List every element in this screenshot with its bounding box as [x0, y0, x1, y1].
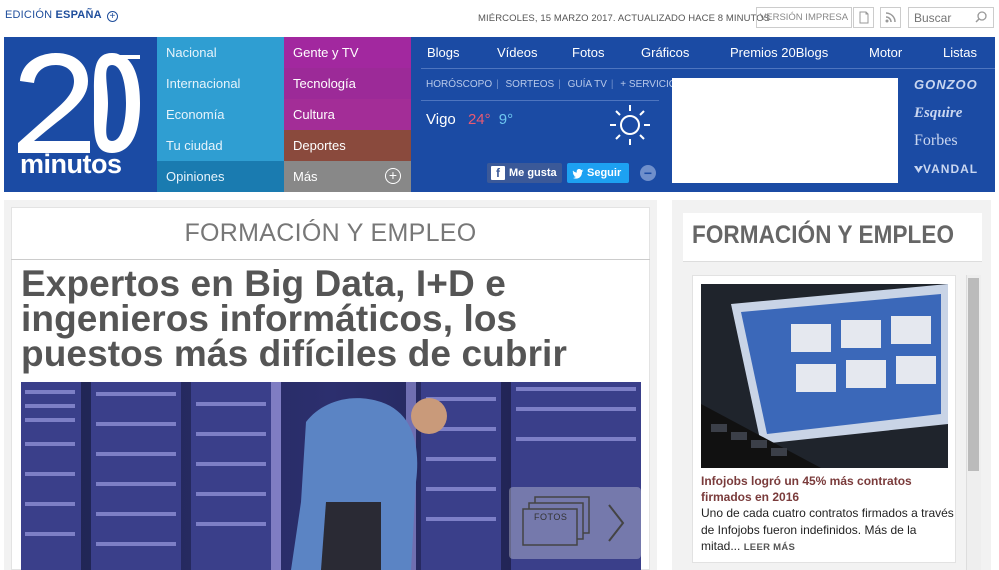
- facebook-like-button[interactable]: f Me gusta: [487, 163, 562, 183]
- plus-circle-icon: +: [385, 168, 401, 184]
- facebook-icon: f: [491, 166, 505, 180]
- document-icon[interactable]: [853, 7, 874, 28]
- article-headline[interactable]: Expertos en Big Data, I+D e ingenieros i…: [21, 265, 636, 372]
- plus-circle-icon[interactable]: +: [107, 11, 119, 22]
- edition-prefix: EDICIÓN: [5, 9, 53, 21]
- nav-premios-20blogs[interactable]: Premios 20Blogs: [730, 45, 828, 60]
- sidebar-scrollbar-thumb[interactable]: [968, 278, 979, 471]
- brand-gonzoo-logo[interactable]: GONZOO: [914, 74, 994, 102]
- nav-guia-tv[interactable]: GUÍA TV: [568, 79, 607, 90]
- date-updated-text: MIÉRCOLES, 15 MARZO 2017. ACTUALIZADO HA…: [478, 13, 771, 24]
- weather-min-temp: 9°: [498, 111, 514, 128]
- nav-videos[interactable]: Vídeos: [497, 45, 537, 60]
- nav-item-mas[interactable]: Más +: [284, 161, 411, 192]
- section-nav-blue: Nacional Internacional Economía Tu ciuda…: [157, 37, 284, 192]
- divider: [421, 100, 659, 101]
- nav-item-economia[interactable]: Economía: [157, 99, 284, 130]
- divider: [11, 259, 650, 260]
- sidebar-section-title[interactable]: FORMACIÓN Y EMPLEO: [692, 221, 954, 250]
- divider: [421, 68, 995, 69]
- partner-brands: GONZOO Esquire Forbes VANDAL: [914, 74, 994, 186]
- print-edition-button[interactable]: VERSIÓN IMPRESA: [756, 7, 852, 28]
- weather-city: Vigo: [426, 111, 456, 128]
- nav-item-cultura[interactable]: Cultura: [284, 99, 411, 130]
- nav-item-gente-tv[interactable]: Gente y TV: [284, 37, 411, 68]
- nav-item-deportes[interactable]: Deportes: [284, 130, 411, 161]
- rss-icon[interactable]: [880, 7, 901, 28]
- brand-vandal-text: VANDAL: [923, 162, 979, 176]
- weather-max-temp: 24°: [467, 111, 491, 128]
- brand-vandal-logo[interactable]: VANDAL: [914, 158, 994, 186]
- top-utility-bar: EDICIÓN ESPAÑA + MIÉRCOLES, 15 MARZO 201…: [0, 0, 999, 36]
- sidebar-article-headline[interactable]: Infojobs logró un 45% más contratos firm…: [701, 473, 951, 505]
- facebook-like-label: Me gusta: [509, 167, 557, 179]
- nav-graficos[interactable]: Gráficos: [641, 45, 689, 60]
- brand-esquire-logo[interactable]: Esquire: [914, 102, 994, 130]
- nav-sorteos[interactable]: SORTEOS: [506, 79, 555, 90]
- nav-item-opiniones[interactable]: Opiniones: [157, 161, 284, 192]
- ad-banner[interactable]: [672, 78, 898, 183]
- twitter-bird-icon: [572, 167, 584, 187]
- search-icon[interactable]: [974, 10, 988, 29]
- main-nav: Blogs Vídeos Fotos Gráficos Premios 20Bl…: [411, 37, 995, 68]
- services-nav: HORÓSCOPO | SORTEOS | GUÍA TV | + SERVICIOS: [426, 79, 684, 90]
- edition-selector[interactable]: EDICIÓN ESPAÑA +: [5, 9, 119, 22]
- nav-motor[interactable]: Motor: [869, 45, 902, 60]
- sun-icon: [606, 103, 654, 152]
- logo-word: minutos: [20, 149, 122, 179]
- sidebar-article-summary: Uno de cada cuatro contratos firmados a …: [701, 505, 956, 557]
- read-more-link[interactable]: LEER MÁS: [744, 542, 796, 553]
- nav-blogs[interactable]: Blogs: [427, 45, 460, 60]
- nav-item-tu-ciudad[interactable]: Tu ciudad: [157, 130, 284, 161]
- section-title[interactable]: FORMACIÓN Y EMPLEO: [11, 207, 650, 259]
- photos-label: FOTOS: [534, 512, 568, 522]
- twitter-follow-button[interactable]: Seguir: [567, 163, 629, 183]
- nav-fotos[interactable]: Fotos: [572, 45, 605, 60]
- photo-gallery-button[interactable]: [509, 487, 641, 559]
- brand-forbes-logo[interactable]: Forbes: [914, 130, 994, 158]
- nav-item-tecnologia[interactable]: Tecnología: [284, 68, 411, 99]
- weather-widget[interactable]: Vigo 24° 9°: [426, 111, 513, 128]
- nav-item-internacional[interactable]: Internacional: [157, 68, 284, 99]
- sidebar-summary-text: Uno de cada cuatro contratos firmados a …: [701, 506, 954, 553]
- nav-item-nacional[interactable]: Nacional: [157, 37, 284, 68]
- section-nav-purple: Gente y TV Tecnología Cultura Deportes M…: [284, 37, 411, 192]
- nav-item-mas-label: Más: [293, 169, 318, 184]
- site-logo[interactable]: 20 minutos: [4, 37, 157, 192]
- nav-horoscopo[interactable]: HORÓSCOPO: [426, 79, 492, 90]
- nav-listas[interactable]: Listas: [943, 45, 977, 60]
- more-social-icon[interactable]: −: [640, 165, 656, 181]
- twitter-follow-label: Seguir: [587, 167, 622, 179]
- edition-name: ESPAÑA: [55, 9, 102, 21]
- sidebar-article-image[interactable]: [701, 284, 948, 468]
